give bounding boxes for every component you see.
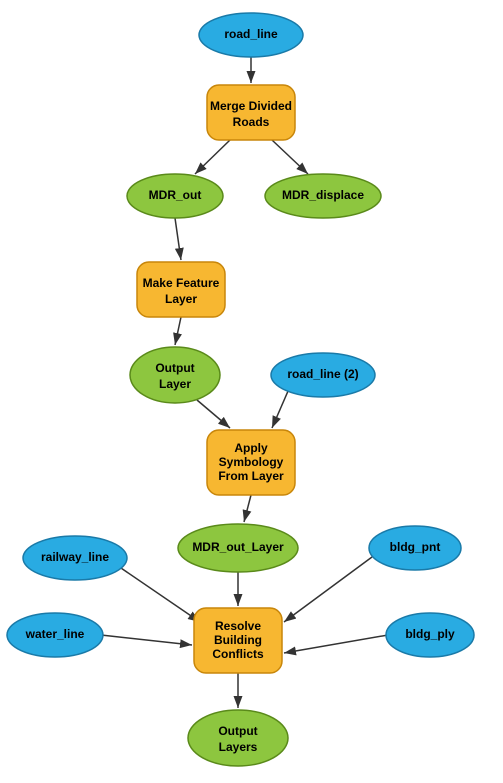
arrow-mdrout-to-makefeature	[175, 218, 181, 260]
arrow-outputlayer-to-applysymbology	[197, 400, 230, 428]
arrow-makefeature-to-outputlayer	[175, 317, 181, 345]
railway-line-label: railway_line	[41, 550, 109, 564]
output-layers-label2: Layers	[219, 740, 258, 754]
make-feature-layer-label2: Layer	[165, 292, 197, 306]
water-line-label: water_line	[25, 627, 85, 641]
arrow-bldgpnt-to-resolve	[284, 557, 372, 622]
arrow-waterline-to-resolve	[101, 635, 192, 645]
mdr-out-label: MDR_out	[149, 188, 202, 202]
road-line-2-label: road_line (2)	[287, 367, 358, 381]
flow-diagram: road_line Merge Divided Roads MDR_out MD…	[0, 0, 503, 783]
output-layer-label2: Layer	[159, 377, 191, 391]
merge-divided-roads-label2: Roads	[233, 115, 270, 129]
resolve-building-conflicts-label3: Conflicts	[212, 647, 264, 661]
output-layer-label: Output	[155, 361, 194, 375]
arrow-merge-to-mdrout	[195, 140, 230, 174]
apply-symbology-label3: From Layer	[218, 469, 284, 483]
resolve-building-conflicts-label2: Building	[214, 633, 262, 647]
bldg-pnt-label: bldg_pnt	[390, 540, 441, 554]
arrow-bldgply-to-resolve	[284, 635, 388, 653]
arrow-railway-to-resolve	[118, 566, 200, 622]
mdr-out-layer-label: MDR_out_Layer	[192, 540, 284, 554]
apply-symbology-label2: Symbology	[219, 455, 284, 469]
mdr-displace-label: MDR_displace	[282, 188, 364, 202]
output-layers-label: Output	[218, 724, 257, 738]
arrow-applysymbology-to-mdroutlayer	[244, 495, 251, 522]
resolve-building-conflicts-label: Resolve	[215, 619, 261, 633]
bldg-ply-label: bldg_ply	[405, 627, 455, 641]
road-line-label: road_line	[224, 27, 278, 41]
arrow-merge-to-mdrdisplace	[272, 140, 308, 174]
make-feature-layer-label: Make Feature	[143, 276, 220, 290]
merge-divided-roads-label: Merge Divided	[210, 99, 292, 113]
apply-symbology-label: Apply	[234, 441, 268, 455]
